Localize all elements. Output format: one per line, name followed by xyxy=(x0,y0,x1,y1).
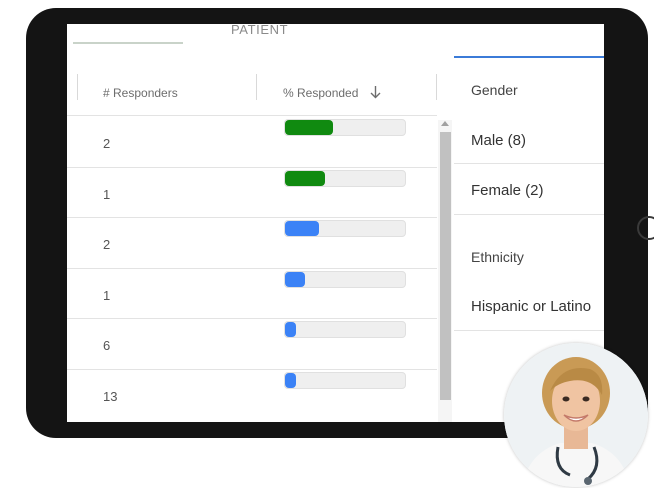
responded-bar-fill xyxy=(285,120,333,135)
responded-bar xyxy=(284,119,406,136)
col-header-responded[interactable]: % Responded xyxy=(283,86,381,102)
ethnicity-heading: Ethnicity xyxy=(471,249,524,265)
app-screen: PATIENT # Responders % Responded 2 1 2 1 6 13… xyxy=(67,24,604,422)
responded-bar xyxy=(284,169,406,187)
doctor-avatar xyxy=(504,343,648,487)
row-divider xyxy=(67,267,437,269)
row-divider xyxy=(67,166,437,168)
row-divider xyxy=(67,368,437,370)
filter-divider xyxy=(454,214,604,215)
responded-bar-fill xyxy=(285,271,306,287)
responded-bar-fill xyxy=(285,322,296,337)
responded-bar xyxy=(284,321,406,338)
scroll-up-icon[interactable] xyxy=(441,121,449,126)
responded-bar-fill xyxy=(285,221,319,236)
arrow-down-icon[interactable] xyxy=(370,86,381,102)
col-separator xyxy=(77,74,78,100)
responded-bar xyxy=(284,371,406,389)
responded-bar-fill xyxy=(285,170,325,186)
active-tab-indicator xyxy=(454,56,604,58)
row-divider xyxy=(67,318,437,319)
section-label: PATIENT xyxy=(231,24,289,37)
responded-bar-fill xyxy=(285,372,296,388)
responded-bar xyxy=(284,270,406,288)
responders-cell: 1 xyxy=(103,287,111,303)
responders-cell: 13 xyxy=(103,388,118,404)
col-separator xyxy=(256,74,257,100)
col-separator xyxy=(436,74,437,100)
scrollbar-thumb[interactable] xyxy=(440,132,451,400)
filter-option-male[interactable]: Male (8) xyxy=(471,132,526,149)
responded-bar xyxy=(284,220,406,237)
responders-cell: 6 xyxy=(103,338,111,353)
header-divider xyxy=(67,115,437,116)
responders-cell: 2 xyxy=(103,237,111,252)
col-header-responders[interactable]: # Responders xyxy=(103,86,178,100)
filter-divider xyxy=(454,330,604,331)
filter-option-female[interactable]: Female (2) xyxy=(471,182,544,199)
filter-divider xyxy=(454,163,604,164)
col-header-responded-label: % Responded xyxy=(283,86,359,100)
home-button[interactable] xyxy=(637,216,654,240)
top-divider xyxy=(73,42,183,44)
gender-heading: Gender xyxy=(471,82,518,98)
responders-cell: 2 xyxy=(103,136,111,151)
filter-option-hispanic[interactable]: Hispanic or Latino xyxy=(471,298,591,315)
row-divider xyxy=(67,217,437,218)
responders-cell: 1 xyxy=(103,186,111,202)
